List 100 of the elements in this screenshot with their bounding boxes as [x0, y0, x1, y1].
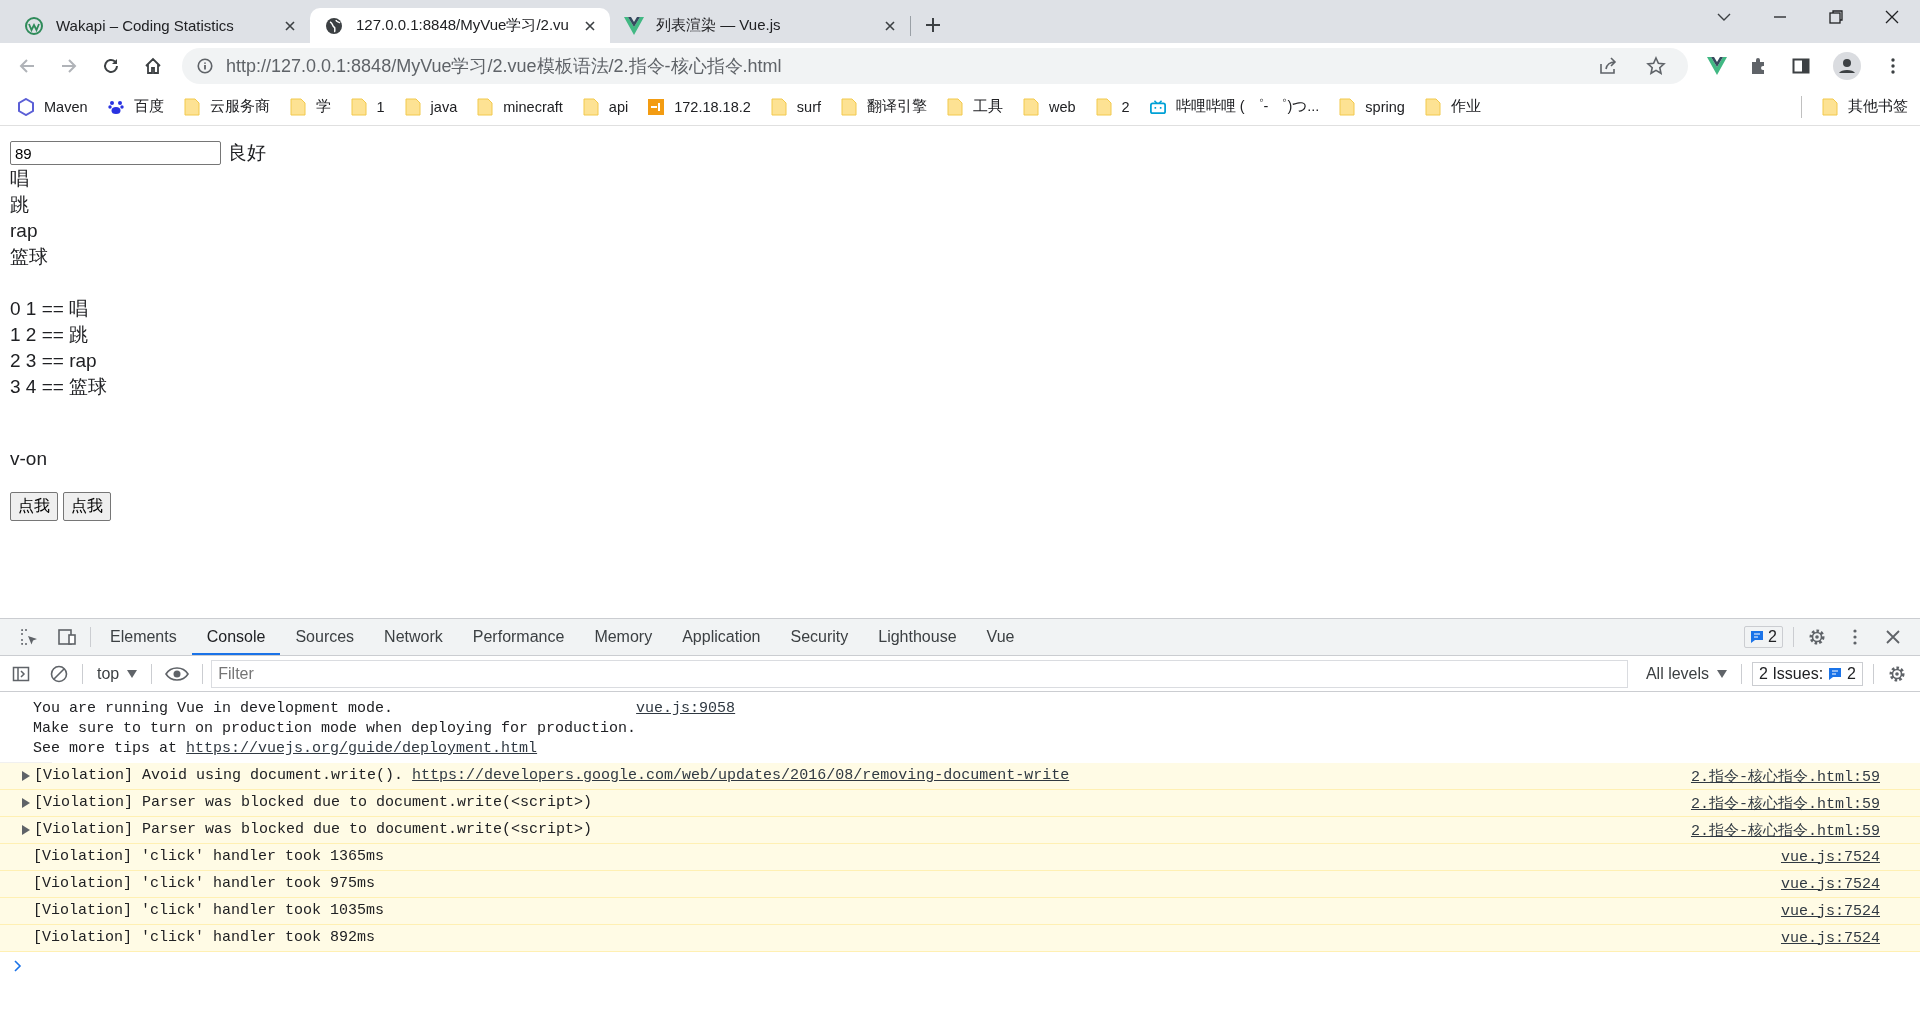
hobby-text: 篮球	[10, 245, 48, 269]
message-link[interactable]: https://vuejs.org/guide/deployment.html	[186, 740, 538, 757]
hexagon-icon	[18, 97, 34, 116]
devtools-tab[interactable]: Security	[775, 619, 864, 655]
bookmark-item[interactable]: 1	[350, 97, 385, 116]
folder-icon	[1023, 97, 1039, 116]
tab-title: 127.0.0.1:8848/MyVue学习/2.vu	[356, 16, 570, 35]
w-logo-icon	[24, 15, 44, 36]
messages-badge[interactable]: 2	[1744, 626, 1783, 648]
console-message: [Violation] 'click' handler took 1365ms	[33, 847, 386, 867]
bookmark-item[interactable]: 工具	[947, 97, 1003, 116]
close-icon[interactable]	[884, 19, 896, 32]
bookmark-item[interactable]: spring	[1339, 97, 1405, 116]
browser-tab[interactable]: 127.0.0.1:8848/MyVue学习/2.vu	[310, 8, 610, 43]
source-link[interactable]: vue.js:7524	[1780, 875, 1880, 893]
bookmark-item[interactable]: 翻译引擎	[841, 97, 927, 116]
folder-icon	[1822, 97, 1838, 116]
folder-icon	[770, 97, 787, 116]
devtools-tab[interactable]: Memory	[579, 619, 668, 655]
devtools-tab[interactable]: Network	[369, 619, 458, 655]
source-link[interactable]: 2.指令-核心指令.html:59	[1690, 793, 1880, 813]
console-message: [Violation] 'click' handler took 1035ms	[33, 901, 386, 921]
console-message: You are running Vue in development mode. Make sure to turn on production mode when deploying for production. See more tips at https://vuejs.org/guide/deployment.html	[33, 699, 637, 759]
click-me-button[interactable]: 点我	[10, 492, 58, 521]
devtools-tab[interactable]: Elements	[95, 619, 192, 655]
devtools-tab[interactable]: Lighthouse	[863, 619, 972, 655]
globe-icon	[324, 15, 344, 36]
folder-icon	[183, 97, 200, 116]
message-link[interactable]: https://developers.google.com/web/updates/2016/08/removing-document-write	[412, 767, 1070, 784]
browser-tab[interactable]: Wakapi – Coding Statistics	[10, 8, 310, 43]
click-me-button[interactable]: 点我	[63, 492, 111, 521]
bookmark-item[interactable]: java	[404, 97, 458, 116]
bookmark-item[interactable]: 学	[289, 97, 331, 116]
issues-button[interactable]: 2 Issues: 2	[1752, 661, 1863, 686]
square-logo-icon	[648, 97, 665, 116]
close-icon[interactable]	[1884, 9, 1900, 25]
bookmark-item[interactable]: 172.18.18.2	[648, 97, 751, 116]
filter-field[interactable]: Filter	[211, 659, 1628, 688]
devtools-tab[interactable]: Console	[191, 619, 281, 655]
source-link[interactable]: vue.js:9058	[636, 699, 736, 719]
score-field[interactable]: 89	[10, 141, 221, 165]
bookmark-item[interactable]: api	[582, 97, 629, 116]
folder-icon	[841, 97, 857, 116]
folder-icon	[350, 97, 367, 116]
browser-tab[interactable]: 列表渲染 — Vue.js	[610, 8, 910, 43]
folder-icon	[1424, 97, 1441, 116]
bookmark-item[interactable]: 百度	[107, 97, 164, 116]
source-link[interactable]: 2.指令-核心指令.html:59	[1690, 820, 1880, 840]
console-message: [Violation] 'click' handler took 975ms	[33, 874, 377, 894]
close-icon[interactable]	[284, 19, 296, 32]
source-link[interactable]: vue.js:7524	[1780, 848, 1880, 866]
bookmark-item[interactable]: 作业	[1424, 97, 1481, 116]
close-icon[interactable]	[584, 19, 596, 32]
folder-icon	[582, 97, 599, 116]
bookmark-item[interactable]: 其他书签	[1822, 97, 1908, 116]
folder-icon	[477, 97, 494, 116]
expand-arrow-icon[interactable]	[22, 825, 30, 835]
tab-title: 列表渲染 — Vue.js	[656, 16, 782, 35]
source-link[interactable]: vue.js:7524	[1780, 929, 1880, 947]
log-levels-dropdown[interactable]: All levels	[1635, 664, 1738, 683]
section-heading: v-on	[10, 448, 47, 470]
restore-icon[interactable]	[1828, 9, 1844, 25]
tab-title: Wakapi – Coding Statistics	[56, 17, 235, 34]
bookmark-item[interactable]: minecraft	[477, 97, 563, 116]
bookmark-item[interactable]: 云服务商	[183, 97, 270, 116]
console-message: [Violation] 'click' handler took 892ms	[33, 928, 377, 948]
address-bar[interactable]: http://127.0.0.1:8848/MyVue学习/2.vue模板语法/2.指令-核心指令.html	[182, 47, 1688, 84]
prompt-chevron-icon[interactable]	[14, 960, 22, 972]
devtools-tab[interactable]: Application	[667, 619, 776, 655]
info-icon	[196, 56, 214, 75]
indexed-hobby-text: 0 1 == 唱	[10, 297, 89, 321]
bookmark-item[interactable]: web	[1023, 97, 1076, 116]
devtools-tab[interactable]: Sources	[280, 619, 370, 655]
caret-icon	[127, 669, 138, 678]
console-message: [Violation] Parser was blocked due to document.write(<script>)	[34, 793, 594, 813]
folder-icon	[1339, 97, 1356, 116]
bookmark-item[interactable]: 2	[1095, 97, 1130, 116]
expand-arrow-icon[interactable]	[22, 798, 30, 808]
folder-icon	[404, 97, 421, 116]
console-message: [Violation] Parser was blocked due to document.write(<script>)	[34, 820, 594, 840]
bookmark-item[interactable]: surf	[770, 97, 821, 116]
context-dropdown[interactable]: top	[87, 664, 148, 683]
devtools-tab[interactable]: Vue	[971, 619, 1030, 655]
message-icon	[1828, 666, 1843, 681]
caret-icon	[1717, 669, 1728, 678]
devtools-tab[interactable]: Performance	[457, 619, 580, 655]
message-icon	[1750, 630, 1765, 644]
bookmark-item[interactable]: 哔哩哔哩 ( ゜- ゜)つ...	[1149, 97, 1320, 116]
url-text: http://127.0.0.1:8848/MyVue学习/2.vue模板语法/2.指令-核心指令.html	[226, 54, 782, 78]
expand-arrow-icon[interactable]	[22, 771, 30, 781]
v-logo-icon	[624, 15, 644, 36]
source-link[interactable]: 2.指令-核心指令.html:59	[1690, 766, 1880, 786]
source-link[interactable]: vue.js:7524	[1780, 902, 1880, 920]
bookmark-item[interactable]: Maven	[18, 97, 88, 116]
console-message: [Violation] Avoid using document.write(). https://developers.google.com/web/updates/2016/08/removing-document-write	[34, 766, 1071, 786]
grade-text: 良好	[228, 141, 266, 165]
folder-icon	[1095, 97, 1112, 116]
plus-icon[interactable]	[925, 17, 941, 33]
hobby-text: 唱	[10, 167, 29, 191]
folder-icon	[947, 97, 963, 116]
